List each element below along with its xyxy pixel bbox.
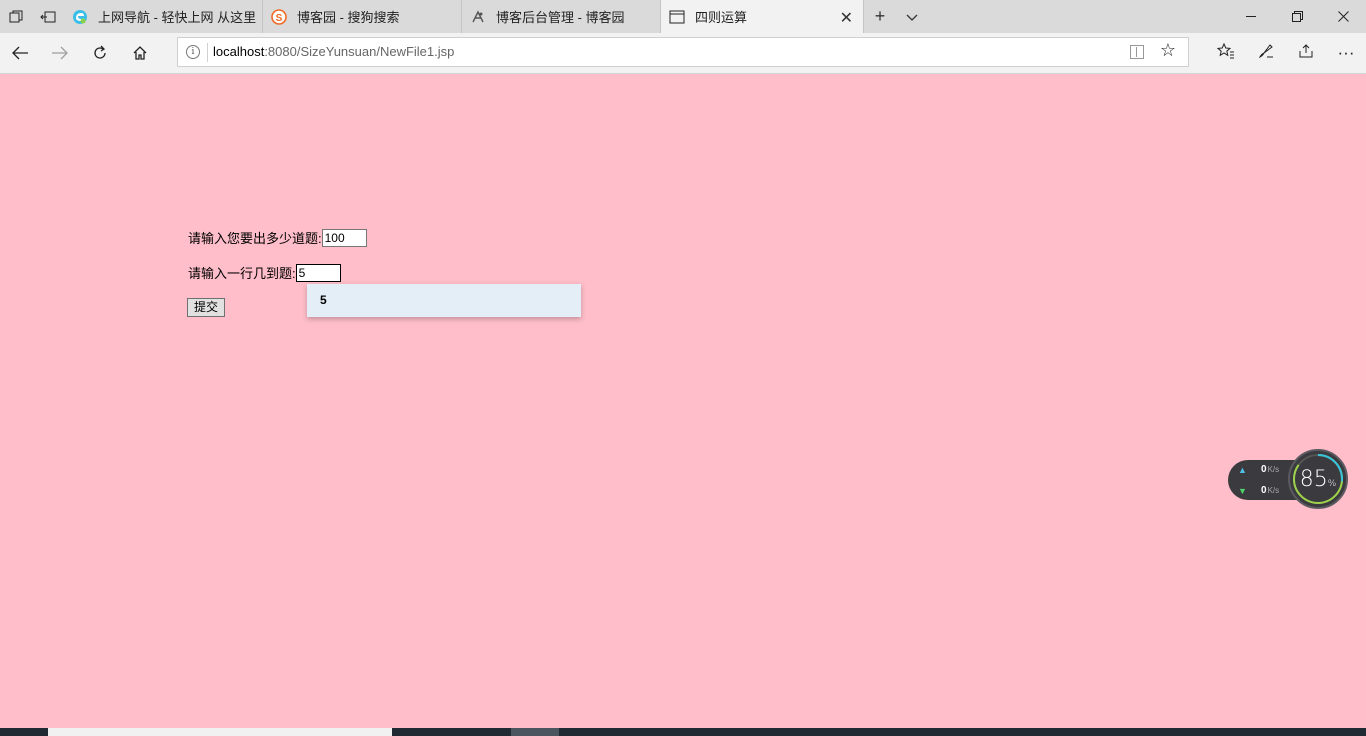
taskbar-active-app[interactable]	[511, 728, 559, 736]
home-icon[interactable]	[128, 41, 152, 65]
share-icon[interactable]	[1286, 43, 1326, 64]
tab-title: 四则运算	[695, 10, 748, 25]
taskbar	[0, 728, 1366, 736]
taskbar-search-box[interactable]	[48, 728, 392, 736]
url-path: :8080/SizeYunsuan/NewFile1.jsp	[264, 44, 455, 59]
gauge-percent-sign: %	[1327, 479, 1337, 489]
tab-title: 博客园 - 搜狗搜索	[297, 10, 400, 25]
close-tab-icon[interactable]: ✕	[840, 8, 853, 28]
restore-icon[interactable]	[1274, 0, 1320, 33]
per-row-input[interactable]	[295, 263, 341, 282]
navigation-bar: i localhost:8080/SizeYunsuan/NewFile1.js…	[0, 33, 1366, 74]
tab-title: 博客后台管理 - 博客园	[496, 10, 625, 25]
tab-blog-admin[interactable]: 博客后台管理 - 博客园	[462, 0, 661, 33]
chevron-down-icon[interactable]	[896, 6, 928, 27]
new-tab-icon[interactable]: +	[864, 6, 896, 27]
page-icon	[669, 9, 685, 25]
download-arrow-icon: ▼	[1238, 485, 1247, 496]
address-bar[interactable]: i localhost:8080/SizeYunsuan/NewFile1.js…	[177, 37, 1189, 67]
tab-arithmetic[interactable]: 四则运算 ✕	[661, 0, 864, 33]
memory-gauge[interactable]: 85%	[1288, 449, 1348, 509]
tab-title: 上网导航 - 轻快上网 从这里	[98, 10, 257, 25]
sogou-icon: S	[271, 8, 287, 25]
toolbar-right: ···	[1206, 33, 1366, 73]
download-value: 0	[1261, 485, 1267, 496]
minimize-icon[interactable]	[1228, 0, 1274, 33]
star-icon[interactable]: ☆	[1160, 40, 1176, 61]
url-text[interactable]: localhost:8080/SizeYunsuan/NewFile1.jsp	[213, 44, 454, 59]
tab-navigation[interactable]: 上网导航 - 轻快上网 从这里	[64, 0, 263, 33]
upload-value: 0	[1261, 464, 1267, 475]
svg-text:S: S	[276, 13, 283, 24]
reading-view-icon[interactable]	[1130, 45, 1144, 59]
tab-sets-icon[interactable]	[0, 0, 32, 33]
cnblogs-icon	[470, 9, 486, 25]
tab-bar: 上网导航 - 轻快上网 从这里 S 博客园 - 搜狗搜索 博客后台管理 - 博客…	[0, 0, 1366, 33]
set-tabs-aside-icon[interactable]	[32, 0, 64, 33]
favorites-hub-icon[interactable]	[1206, 42, 1246, 64]
edge-icon	[72, 9, 88, 25]
url-host: localhost	[213, 44, 265, 59]
gauge-value: 85%	[1290, 467, 1346, 492]
upload-arrow-icon: ▲	[1238, 464, 1247, 475]
upload-unit: K/s	[1267, 465, 1280, 474]
autocomplete-option[interactable]: 5	[320, 293, 327, 307]
per-row-row: 请输入一行几到题:	[188, 263, 341, 282]
page-content: 请输入您要出多少道题: 请输入一行几到题: 5 提交 ▲ 0 K/s ▼ 0 K…	[0, 74, 1366, 728]
forward-icon[interactable]	[48, 41, 72, 65]
download-unit: K/s	[1267, 486, 1280, 495]
more-icon[interactable]: ···	[1326, 43, 1366, 63]
submit-button[interactable]: 提交	[187, 298, 226, 317]
count-input[interactable]	[321, 228, 367, 247]
refresh-icon[interactable]	[88, 41, 112, 65]
pen-icon[interactable]	[1246, 43, 1286, 64]
info-icon[interactable]: i	[186, 45, 200, 59]
back-icon[interactable]	[8, 41, 32, 65]
tab-sogou-search[interactable]: S 博客园 - 搜狗搜索	[263, 0, 462, 33]
close-window-icon[interactable]	[1320, 0, 1366, 33]
divider	[207, 43, 208, 62]
per-row-label: 请输入一行几到题:	[188, 266, 296, 281]
gauge-percent: 85	[1299, 467, 1328, 492]
count-label: 请输入您要出多少道题:	[188, 231, 322, 246]
count-row: 请输入您要出多少道题:	[188, 228, 367, 247]
autocomplete-dropdown: 5	[307, 284, 581, 317]
window-controls	[1228, 0, 1366, 33]
tab-actions: +	[864, 0, 928, 33]
